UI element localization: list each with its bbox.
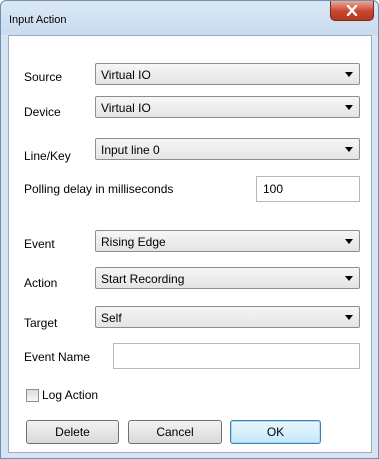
log-action-checkbox[interactable]: Log Action <box>26 388 98 402</box>
event-label: Event <box>24 237 55 251</box>
log-action-label: Log Action <box>42 388 99 402</box>
device-dropdown[interactable]: Virtual IO <box>95 96 360 118</box>
ok-button[interactable]: OK <box>230 420 321 444</box>
title-bar[interactable]: Input Action <box>1 1 378 35</box>
event-name-input[interactable] <box>113 343 360 369</box>
chevron-down-icon <box>345 239 353 244</box>
device-value: Virtual IO <box>101 101 151 115</box>
action-label: Action <box>24 276 58 290</box>
chevron-down-icon <box>345 105 353 110</box>
event-value: Rising Edge <box>101 235 166 249</box>
device-label: Device <box>24 105 61 119</box>
polling-delay-label: Polling delay in milliseconds <box>24 182 174 196</box>
polling-delay-input[interactable] <box>256 176 360 202</box>
cancel-button[interactable]: Cancel <box>128 420 222 444</box>
input-action-dialog: Input Action Source Virtual IO Device Vi… <box>0 0 379 459</box>
line-key-dropdown[interactable]: Input line 0 <box>95 138 360 160</box>
event-name-field[interactable] <box>114 344 359 368</box>
close-button[interactable] <box>330 1 374 21</box>
chevron-down-icon <box>345 315 353 320</box>
target-value: Self <box>101 311 122 325</box>
action-value: Start Recording <box>101 272 185 286</box>
event-dropdown[interactable]: Rising Edge <box>95 230 360 252</box>
source-dropdown[interactable]: Virtual IO <box>95 63 360 85</box>
delete-button[interactable]: Delete <box>26 420 119 444</box>
target-label: Target <box>24 316 58 330</box>
window-title: Input Action <box>9 14 67 26</box>
close-icon <box>346 5 358 16</box>
event-name-label: Event Name <box>24 350 91 364</box>
target-dropdown[interactable]: Self <box>95 306 360 328</box>
polling-delay-field[interactable] <box>257 177 359 201</box>
source-value: Virtual IO <box>101 68 151 82</box>
source-label: Source <box>24 70 63 84</box>
dialog-body: Source Virtual IO Device Virtual IO Line… <box>8 35 372 453</box>
line-key-label: Line/Key <box>24 149 71 163</box>
chevron-down-icon <box>345 147 353 152</box>
action-dropdown[interactable]: Start Recording <box>95 267 360 289</box>
chevron-down-icon <box>345 276 353 281</box>
chevron-down-icon <box>345 72 353 77</box>
log-action-checkbox-box[interactable] <box>26 388 39 402</box>
line-key-value: Input line 0 <box>101 143 160 157</box>
